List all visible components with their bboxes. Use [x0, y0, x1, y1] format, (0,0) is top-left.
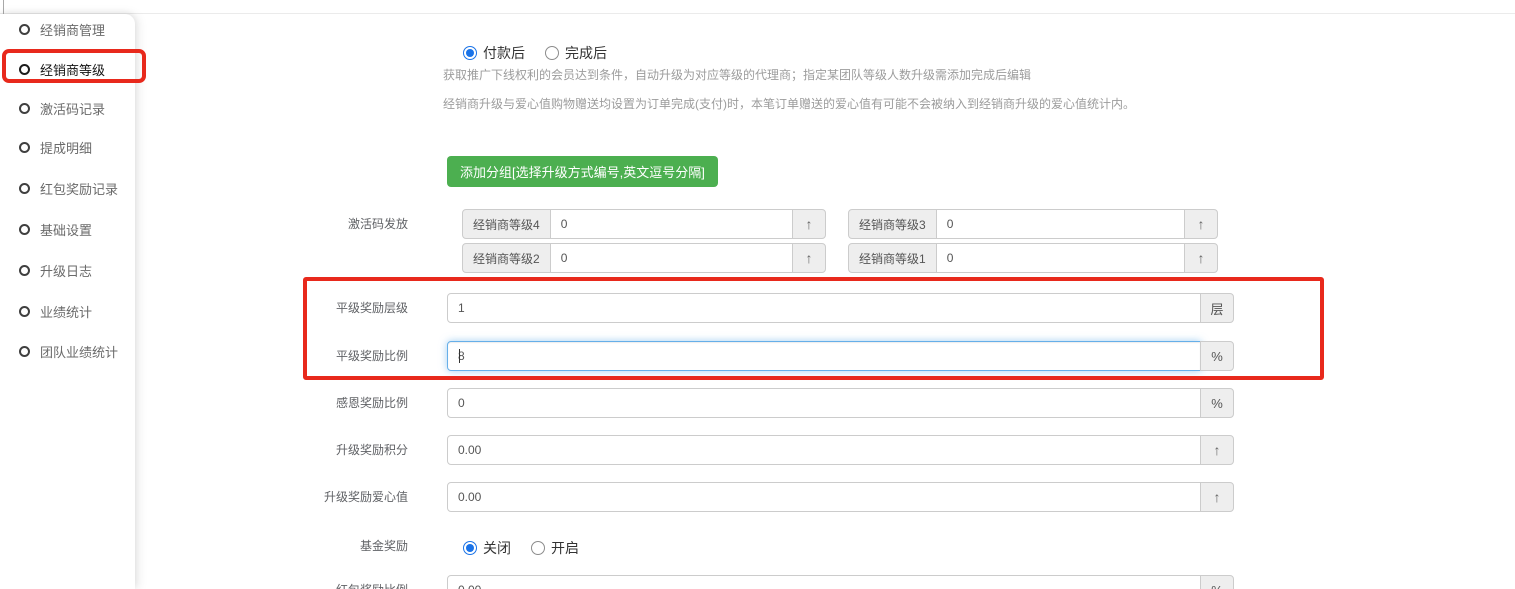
- sidebar-item-commission-details[interactable]: 提成明细: [0, 137, 135, 157]
- upgrade-points-input[interactable]: [447, 435, 1201, 465]
- upgrade-love-field: ↑: [447, 482, 1234, 512]
- radio-fund-off[interactable]: 关闭: [463, 538, 511, 558]
- same-level-layers-input[interactable]: [447, 293, 1201, 323]
- radio-after-payment[interactable]: 付款后: [463, 43, 525, 63]
- sidebar-item-team-performance-stats[interactable]: 团队业绩统计: [0, 341, 135, 361]
- sidebar-item-label: 提成明细: [40, 138, 92, 157]
- sidebar-item-label: 经销商管理: [40, 20, 105, 39]
- circle-bullet-icon: [19, 224, 30, 235]
- circle-bullet-icon: [19, 24, 30, 35]
- activation-code-group-level2: 经销商等级2 ↑: [462, 243, 826, 273]
- fund-reward-radio-group: 关闭 开启: [463, 538, 579, 558]
- sidebar-item-basic-settings[interactable]: 基础设置: [0, 219, 135, 239]
- up-arrow-icon[interactable]: ↑: [1200, 482, 1234, 512]
- sidebar-item-label: 团队业绩统计: [40, 342, 118, 361]
- up-arrow-icon[interactable]: ↑: [792, 209, 826, 239]
- add-group-button[interactable]: 添加分组[选择升级方式编号,英文逗号分隔]: [447, 156, 718, 187]
- radio-after-completion[interactable]: 完成后: [545, 43, 607, 63]
- radio-fund-on[interactable]: 开启: [531, 538, 579, 558]
- sidebar-item-activation-code-records[interactable]: 激活码记录: [0, 98, 135, 118]
- dealer-level-settings-page: 经销商管理 经销商等级 激活码记录 提成明细 红包奖励记录 基础设置 升级日志: [0, 0, 1515, 589]
- radio-selected-icon[interactable]: [463, 541, 477, 555]
- layer-unit-suffix: 层: [1200, 293, 1234, 323]
- sidebar-item-label: 业绩统计: [40, 302, 92, 321]
- upgrade-points-label: 升级奖励积分: [250, 435, 408, 465]
- circle-bullet-icon: [19, 64, 30, 75]
- gratitude-ratio-label: 感恩奖励比例: [250, 388, 408, 418]
- same-level-ratio-field: %: [447, 341, 1234, 371]
- level4-count-input[interactable]: [550, 209, 793, 239]
- red-packet-ratio-input[interactable]: [447, 575, 1201, 589]
- circle-bullet-icon: [19, 103, 30, 114]
- percent-suffix: %: [1200, 575, 1234, 589]
- circle-bullet-icon: [19, 183, 30, 194]
- sidebar-item-dealer-level[interactable]: 经销商等级: [0, 59, 135, 79]
- upgrade-timing-radio-group: 付款后 完成后: [463, 43, 607, 63]
- love-value-hint-text: 经销商升级与爱心值购物赠送均设置为订单完成(支付)时，本笔订单赠送的爱心值有可能…: [443, 95, 1135, 112]
- upgrade-love-input[interactable]: [447, 482, 1201, 512]
- level1-prefix: 经销商等级1: [848, 243, 937, 273]
- up-arrow-icon[interactable]: ↑: [792, 243, 826, 273]
- radio-after-payment-label: 付款后: [483, 43, 525, 63]
- activation-codes-label: 激活码发放: [250, 209, 408, 239]
- up-arrow-icon[interactable]: ↑: [1184, 243, 1218, 273]
- red-packet-ratio-field: %: [447, 575, 1234, 589]
- sidebar-item-red-packet-reward-records[interactable]: 红包奖励记录: [0, 178, 135, 198]
- gratitude-ratio-input[interactable]: [447, 388, 1201, 418]
- sidebar-item-label: 经销商等级: [40, 60, 105, 79]
- top-divider: [0, 13, 1515, 14]
- same-level-ratio-label: 平级奖励比例: [250, 341, 408, 371]
- radio-fund-on-label: 开启: [551, 538, 579, 558]
- radio-selected-icon[interactable]: [463, 46, 477, 60]
- activation-code-group-level3: 经销商等级3 ↑: [848, 209, 1218, 239]
- gratitude-ratio-field: %: [447, 388, 1234, 418]
- activation-code-group-level4: 经销商等级4 ↑: [462, 209, 826, 239]
- fund-reward-label: 基金奖励: [250, 538, 408, 554]
- percent-suffix: %: [1200, 341, 1234, 371]
- level2-count-input[interactable]: [550, 243, 793, 273]
- text-cursor: [459, 349, 460, 363]
- activation-code-group-level1: 经销商等级1 ↑: [848, 243, 1218, 273]
- percent-suffix: %: [1200, 388, 1234, 418]
- upgrade-points-field: ↑: [447, 435, 1234, 465]
- sidebar-item-upgrade-log[interactable]: 升级日志: [0, 260, 135, 280]
- circle-bullet-icon: [19, 346, 30, 357]
- same-level-layers-label: 平级奖励层级: [250, 293, 408, 323]
- level4-prefix: 经销商等级4: [462, 209, 551, 239]
- sidebar: 经销商管理 经销商等级 激活码记录 提成明细 红包奖励记录 基础设置 升级日志: [0, 14, 135, 589]
- circle-bullet-icon: [19, 306, 30, 317]
- radio-after-completion-label: 完成后: [565, 43, 607, 63]
- sidebar-item-label: 红包奖励记录: [40, 179, 118, 198]
- sidebar-item-performance-stats[interactable]: 业绩统计: [0, 301, 135, 321]
- sidebar-item-label: 激活码记录: [40, 99, 105, 118]
- radio-unselected-icon[interactable]: [531, 541, 545, 555]
- upgrade-love-label: 升级奖励爱心值: [250, 482, 408, 512]
- red-packet-ratio-label: 红包奖励比例: [250, 575, 408, 589]
- circle-bullet-icon: [19, 142, 30, 153]
- radio-unselected-icon[interactable]: [545, 46, 559, 60]
- level3-prefix: 经销商等级3: [848, 209, 937, 239]
- up-arrow-icon[interactable]: ↑: [1184, 209, 1218, 239]
- upgrade-hint-text: 获取推广下线权利的会员达到条件，自动升级为对应等级的代理商；指定某团队等级人数升…: [443, 66, 1031, 83]
- same-level-layers-field: 层: [447, 293, 1234, 323]
- sidebar-item-dealer-management[interactable]: 经销商管理: [0, 19, 135, 39]
- level3-count-input[interactable]: [936, 209, 1185, 239]
- sidebar-item-label: 基础设置: [40, 220, 92, 239]
- up-arrow-icon[interactable]: ↑: [1200, 435, 1234, 465]
- level1-count-input[interactable]: [936, 243, 1185, 273]
- level2-prefix: 经销商等级2: [462, 243, 551, 273]
- circle-bullet-icon: [19, 265, 30, 276]
- sidebar-item-label: 升级日志: [40, 261, 92, 280]
- radio-fund-off-label: 关闭: [483, 538, 511, 558]
- same-level-ratio-input[interactable]: [447, 341, 1201, 371]
